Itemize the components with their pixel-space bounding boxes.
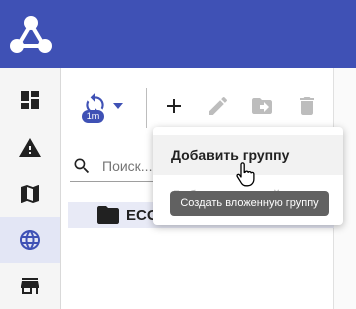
map-icon xyxy=(21,185,39,203)
sidebar xyxy=(0,68,61,309)
sidebar-item-store[interactable] xyxy=(0,263,60,309)
chevron-down-icon[interactable] xyxy=(112,100,124,112)
store-icon xyxy=(21,278,39,294)
sidebar-item-dashboard[interactable] xyxy=(0,77,60,123)
move-to-folder-button[interactable] xyxy=(248,92,276,120)
add-icon xyxy=(167,99,181,113)
search-icon xyxy=(74,158,90,173)
warning-icon xyxy=(19,138,41,157)
delete-button[interactable] xyxy=(293,92,321,120)
dashboard-icon xyxy=(21,91,39,109)
refresh-interval-badge: 1m xyxy=(82,110,104,123)
auto-refresh-button[interactable]: 1m xyxy=(80,92,128,124)
top-app-bar xyxy=(0,0,356,68)
sidebar-item-alerts[interactable] xyxy=(0,125,60,171)
move-to-folder-icon xyxy=(252,98,272,114)
globe-icon xyxy=(20,230,40,250)
folder-icon xyxy=(97,206,119,224)
toolbar-divider xyxy=(146,88,147,128)
logo-icon xyxy=(10,16,52,53)
tooltip: Создать вложенную группу xyxy=(170,191,329,216)
sidebar-item-map[interactable] xyxy=(0,171,60,217)
delete-icon xyxy=(300,97,314,115)
sidebar-item-network[interactable] xyxy=(0,217,60,263)
edit-icon xyxy=(209,96,228,115)
hand-pointer-icon xyxy=(236,162,255,187)
edit-button[interactable] xyxy=(204,92,232,120)
add-button[interactable] xyxy=(160,92,188,120)
